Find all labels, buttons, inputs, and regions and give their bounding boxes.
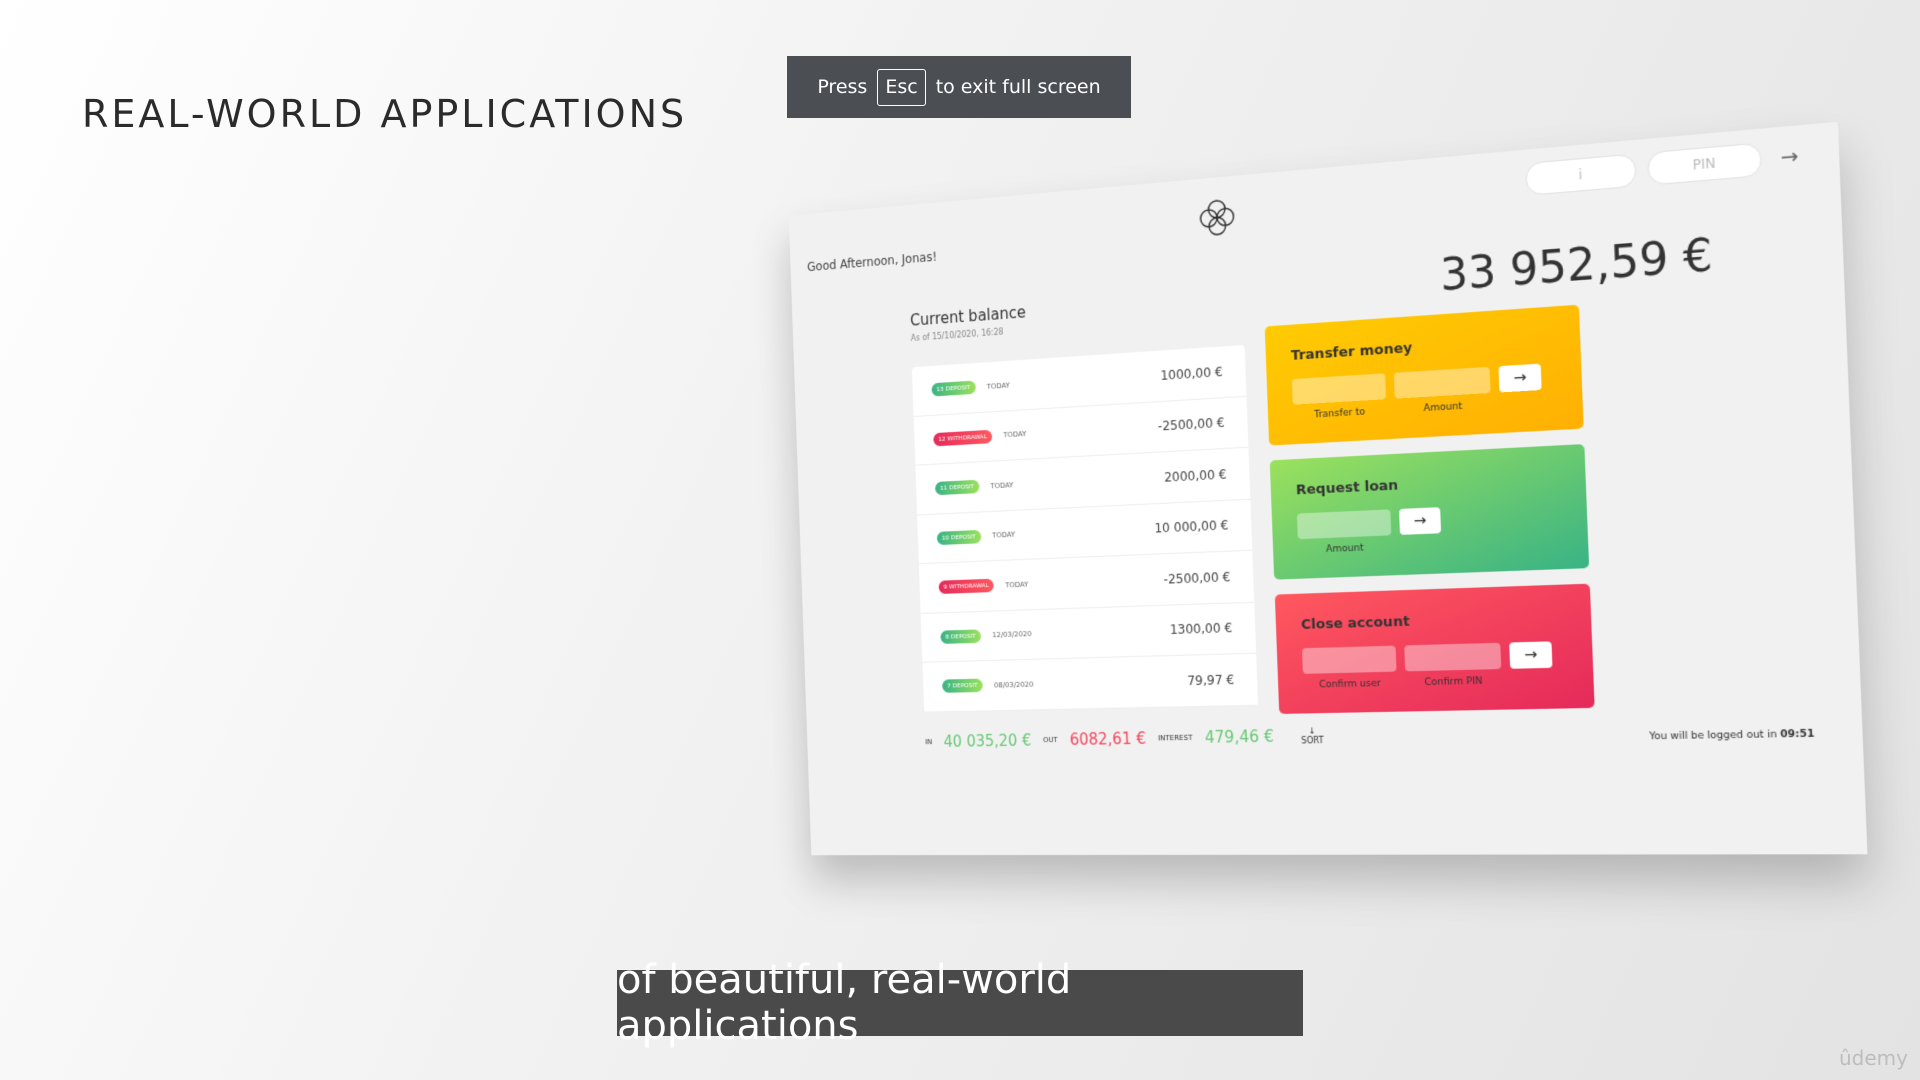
movement-type-badge: 7 DEPOSIT bbox=[942, 678, 983, 694]
transfer-money-panel: Transfer money → Transfer to Amount bbox=[1264, 304, 1584, 446]
movement-row: 8 DEPOSIT 12/03/2020 1300,00 € bbox=[920, 602, 1257, 663]
sort-arrow-icon: ↓ bbox=[1308, 726, 1316, 736]
bankist-logo-icon bbox=[1196, 195, 1239, 241]
movement-date: TODAY bbox=[1003, 430, 1027, 440]
close-user-label: Confirm user bbox=[1318, 678, 1382, 691]
close-user-input[interactable] bbox=[1301, 645, 1397, 674]
movement-value: 10 000,00 € bbox=[1154, 518, 1229, 537]
summary-out-label: OUT bbox=[1042, 735, 1058, 745]
transfer-to-label: Transfer to bbox=[1313, 406, 1366, 421]
summary-bar: IN 40 035,20 € OUT 6082,61 € INTEREST 47… bbox=[925, 726, 1324, 751]
movement-value: -2500,00 € bbox=[1157, 415, 1225, 434]
loan-title: Request loan bbox=[1295, 477, 1399, 499]
movement-date: TODAY bbox=[1005, 580, 1029, 590]
bankist-app: Good Afternoon, Jonas! i PIN → Current b… bbox=[788, 121, 1868, 856]
movement-type-badge: 9 WITHDRAWAL bbox=[938, 578, 994, 595]
movement-type-badge: 13 DEPOSIT bbox=[931, 380, 976, 397]
summary-out-value: 6082,61 € bbox=[1069, 729, 1147, 750]
movements-list: 13 DEPOSIT TODAY 1000,00 € 12 WITHDRAWAL TOD… bbox=[911, 344, 1259, 713]
loan-amount-input[interactable] bbox=[1296, 509, 1392, 540]
login-pin-input[interactable]: PIN bbox=[1646, 142, 1763, 186]
transfer-amount-input[interactable] bbox=[1393, 366, 1491, 399]
logout-timer-value: 09:51 bbox=[1780, 728, 1815, 741]
movement-date: 12/03/2020 bbox=[992, 630, 1032, 640]
logout-timer-text: You will be logged out in bbox=[1649, 729, 1778, 743]
movement-value: -2500,00 € bbox=[1163, 569, 1231, 587]
logout-timer: You will be logged out in 09:51 bbox=[1649, 729, 1815, 743]
welcome-message: Good Afternoon, Jonas! bbox=[806, 249, 938, 275]
transfer-to-input[interactable] bbox=[1291, 373, 1387, 405]
movement-value: 1300,00 € bbox=[1169, 620, 1233, 638]
login-arrow-button[interactable]: → bbox=[1780, 144, 1799, 169]
close-pin-input[interactable] bbox=[1404, 642, 1502, 672]
login-user-input[interactable]: i bbox=[1524, 153, 1637, 196]
summary-in-label: IN bbox=[925, 737, 933, 747]
transfer-submit-button[interactable]: → bbox=[1498, 363, 1542, 393]
close-account-panel: Close account → Confirm user Confirm PIN bbox=[1274, 583, 1595, 714]
balance-info: Current balance As of 15/10/2020, 16:28 bbox=[910, 303, 1027, 343]
close-title: Close account bbox=[1300, 613, 1410, 634]
transfer-amount-label: Amount bbox=[1423, 401, 1463, 415]
movement-type-badge: 11 DEPOSIT bbox=[934, 479, 980, 496]
movement-value: 2000,00 € bbox=[1163, 466, 1227, 485]
movement-row: 7 DEPOSIT 08/03/2020 79,97 € bbox=[922, 653, 1259, 713]
transfer-title: Transfer money bbox=[1290, 340, 1413, 365]
summary-interest-value: 479,46 € bbox=[1204, 726, 1275, 748]
request-loan-panel: Request loan → Amount bbox=[1269, 444, 1590, 580]
movement-date: TODAY bbox=[986, 381, 1010, 391]
movement-date: TODAY bbox=[992, 530, 1016, 540]
login-form: i PIN → bbox=[1524, 139, 1799, 196]
movement-type-badge: 10 DEPOSIT bbox=[936, 529, 981, 545]
balance-value: 33 952,59 € bbox=[1439, 230, 1714, 302]
loan-amount-label: Amount bbox=[1325, 542, 1364, 556]
loan-submit-button[interactable]: → bbox=[1398, 507, 1442, 535]
close-pin-label: Confirm PIN bbox=[1424, 676, 1483, 689]
movement-date: 08/03/2020 bbox=[993, 680, 1034, 690]
close-submit-button[interactable]: → bbox=[1509, 641, 1553, 669]
summary-interest-label: INTEREST bbox=[1157, 733, 1193, 743]
movement-value: 79,97 € bbox=[1187, 672, 1235, 689]
sort-button[interactable]: ↓ SORT bbox=[1301, 726, 1324, 746]
movement-type-badge: 12 WITHDRAWAL bbox=[933, 429, 993, 447]
sort-label: SORT bbox=[1301, 735, 1324, 746]
video-caption: of beautiful, real-world applications bbox=[617, 957, 1303, 1049]
movement-date: TODAY bbox=[990, 480, 1014, 491]
udemy-watermark: ûdemy bbox=[1839, 1046, 1908, 1070]
app-stage: Good Afternoon, Jonas! i PIN → Current b… bbox=[0, 0, 1920, 1080]
movement-value: 1000,00 € bbox=[1160, 364, 1224, 383]
summary-in-value: 40 035,20 € bbox=[943, 731, 1032, 751]
movement-type-badge: 8 DEPOSIT bbox=[940, 629, 981, 644]
